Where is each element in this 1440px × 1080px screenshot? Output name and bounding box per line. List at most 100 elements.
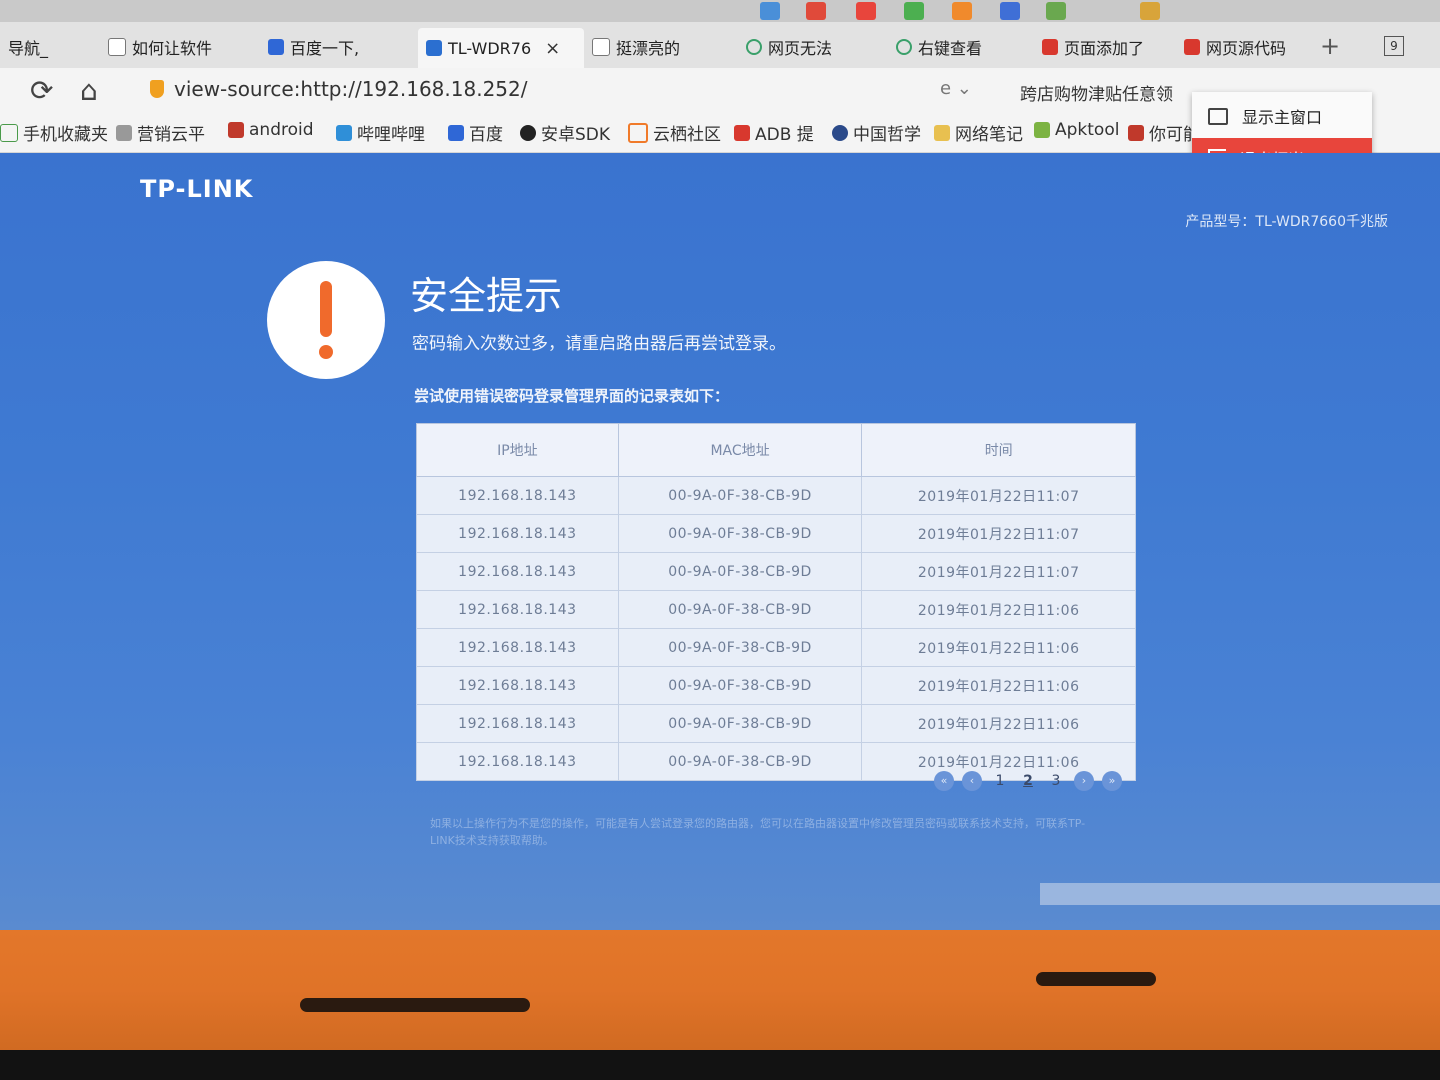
table-cell: 192.168.18.143 (416, 666, 619, 705)
app-icon[interactable] (1046, 2, 1066, 20)
table-cell: 192.168.18.143 (416, 742, 619, 781)
product-model: 产品型号：TL-WDR7660千兆版 (1185, 214, 1388, 230)
table-cell: 192.168.18.143 (416, 704, 619, 743)
page-number-current[interactable]: 2 (1018, 773, 1038, 789)
tab-label: 如何让软件 (132, 39, 213, 58)
url-text: view-source:http://192.168.18.252/ (174, 77, 528, 101)
app-icon[interactable] (1000, 2, 1020, 20)
table-cell: 00-9A-0F-38-CB-9D (617, 704, 863, 743)
tab[interactable]: 页面添加了 (1034, 30, 1190, 64)
show-main-window-item[interactable]: 显示主窗口 (1192, 96, 1372, 136)
tab[interactable]: 网页源代码 (1176, 30, 1322, 64)
table-cell: 00-9A-0F-38-CB-9D (617, 552, 863, 591)
table-cell: 192.168.18.143 (416, 628, 619, 667)
folder-icon (0, 123, 18, 142)
loading-icon (896, 39, 912, 55)
table-cell: 00-9A-0F-38-CB-9D (617, 666, 863, 705)
promo-link[interactable]: 跨店购物津贴任意领 (1020, 80, 1173, 105)
column-header: 时间 (861, 423, 1136, 477)
tab[interactable]: 导航_ (0, 30, 96, 64)
table-header-row: IP地址 MAC地址 时间 (416, 423, 1136, 477)
tab-active[interactable]: TL-WDR76 × (418, 28, 584, 68)
home-icon[interactable]: ⌂ (80, 74, 98, 107)
tplink-logo: TP-LINK (140, 175, 254, 203)
table-cell: 2019年01月22日11:07 (861, 476, 1136, 515)
tab-bar: 导航_ 如何让软件 百度一下, TL-WDR76 × 挺漂亮的 网页无法 右键查… (0, 22, 1440, 68)
tab[interactable]: 挺漂亮的 (584, 30, 740, 64)
table-cell: 00-9A-0F-38-CB-9D (617, 590, 863, 629)
bookmark[interactable]: 百度 (448, 120, 503, 145)
page-title: 安全提示 (410, 274, 563, 318)
tab[interactable]: 如何让软件 (100, 30, 256, 64)
tab-label: 网页源代码 (1206, 39, 1287, 58)
column-header: IP地址 (416, 423, 619, 477)
table-row: 192.168.18.143 00-9A-0F-38-CB-9D 2019年01月2… (416, 476, 1136, 515)
bezel-edge (0, 1050, 1440, 1080)
bookmark[interactable]: 营销云平 (116, 120, 205, 145)
window-icon (1208, 107, 1228, 125)
table-cell: 192.168.18.143 (416, 552, 619, 591)
tab[interactable]: 百度一下, (260, 30, 416, 64)
table-row: 192.168.18.143 00-9A-0F-38-CB-9D 2019年01月2… (416, 590, 1136, 629)
table-cell: 00-9A-0F-38-CB-9D (617, 476, 863, 515)
table-cell: 2019年01月22日11:07 (861, 514, 1136, 553)
bookmark-icon (228, 122, 244, 138)
table-cell: 00-9A-0F-38-CB-9D (617, 742, 863, 781)
first-page-button[interactable]: « (934, 771, 954, 791)
bookmark[interactable]: 网络笔记 (934, 120, 1023, 145)
tab-label: 网页无法 (768, 39, 833, 58)
folder-icon (934, 124, 950, 141)
page-number[interactable]: 1 (990, 773, 1010, 789)
page-number[interactable]: 3 (1046, 773, 1066, 789)
tab-label: 百度一下, (290, 39, 360, 58)
bookmark[interactable]: 安卓SDK (520, 120, 610, 145)
hinge (1036, 972, 1156, 986)
table-cell: 2019年01月22日11:06 (861, 704, 1136, 743)
baidu-icon (448, 124, 464, 141)
record-title: 尝试使用错误密码登录管理界面的记录表如下： (414, 387, 730, 405)
bookmark[interactable]: ADB 提 (734, 120, 814, 145)
bookmark[interactable]: 你可能 (1128, 120, 1200, 145)
ie-icon[interactable]: e ⌄ (940, 78, 972, 99)
url-field[interactable]: view-source:http://192.168.18.252/ (150, 77, 527, 101)
tab-label: 页面添加了 (1064, 39, 1145, 58)
baidu-icon (268, 39, 284, 55)
screen: 导航_ 如何让软件 百度一下, TL-WDR76 × 挺漂亮的 网页无法 右键查… (0, 0, 1440, 930)
bookmark[interactable]: 云栖社区 (628, 120, 721, 145)
tab-count-badge[interactable]: 9 (1384, 36, 1404, 56)
close-icon[interactable]: × (545, 38, 560, 59)
app-icon[interactable] (806, 2, 826, 20)
new-tab-button[interactable]: + (1320, 32, 1340, 60)
bookmark[interactable]: android (228, 120, 314, 140)
browser-status-bar (1040, 883, 1440, 905)
warning-dot (319, 345, 333, 359)
tab[interactable]: 网页无法 (738, 30, 894, 64)
bookmark-icon (1128, 124, 1144, 141)
bookmark[interactable]: Apktool (1034, 120, 1119, 140)
prev-page-button[interactable]: ‹ (962, 771, 982, 791)
wechat-icon[interactable] (904, 2, 924, 20)
csdn-icon (1042, 39, 1058, 55)
last-page-button[interactable]: » (1102, 771, 1122, 791)
shield-icon (150, 80, 164, 98)
bookmark[interactable]: 手机收藏夹 (0, 120, 108, 145)
app-icon[interactable] (1140, 2, 1160, 20)
next-page-button[interactable]: › (1074, 771, 1094, 791)
globe-icon (832, 124, 848, 141)
warning-icon (267, 261, 385, 379)
tab[interactable]: 右键查看 (888, 30, 1044, 64)
bookmark[interactable]: 中国哲学 (832, 120, 921, 145)
app-icon[interactable] (856, 2, 876, 20)
table-cell: 192.168.18.143 (416, 476, 619, 515)
csdn-icon (1184, 39, 1200, 55)
bookmark[interactable]: 哔哩哔哩 (336, 120, 425, 145)
wifi-app-icon[interactable] (952, 2, 972, 20)
github-icon (520, 124, 536, 141)
footnote: 如果以上操作行为不是您的操作，可能是有人尝试登录您的路由器，您可以在路由器设置中… (430, 817, 1086, 847)
table-row: 192.168.18.143 00-9A-0F-38-CB-9D 2019年01月2… (416, 552, 1136, 591)
loading-icon (746, 39, 762, 55)
refresh-icon[interactable]: ⟳ (30, 74, 53, 107)
bilibili-icon (336, 124, 352, 141)
app-icon[interactable] (760, 2, 780, 20)
table-cell: 00-9A-0F-38-CB-9D (617, 628, 863, 667)
